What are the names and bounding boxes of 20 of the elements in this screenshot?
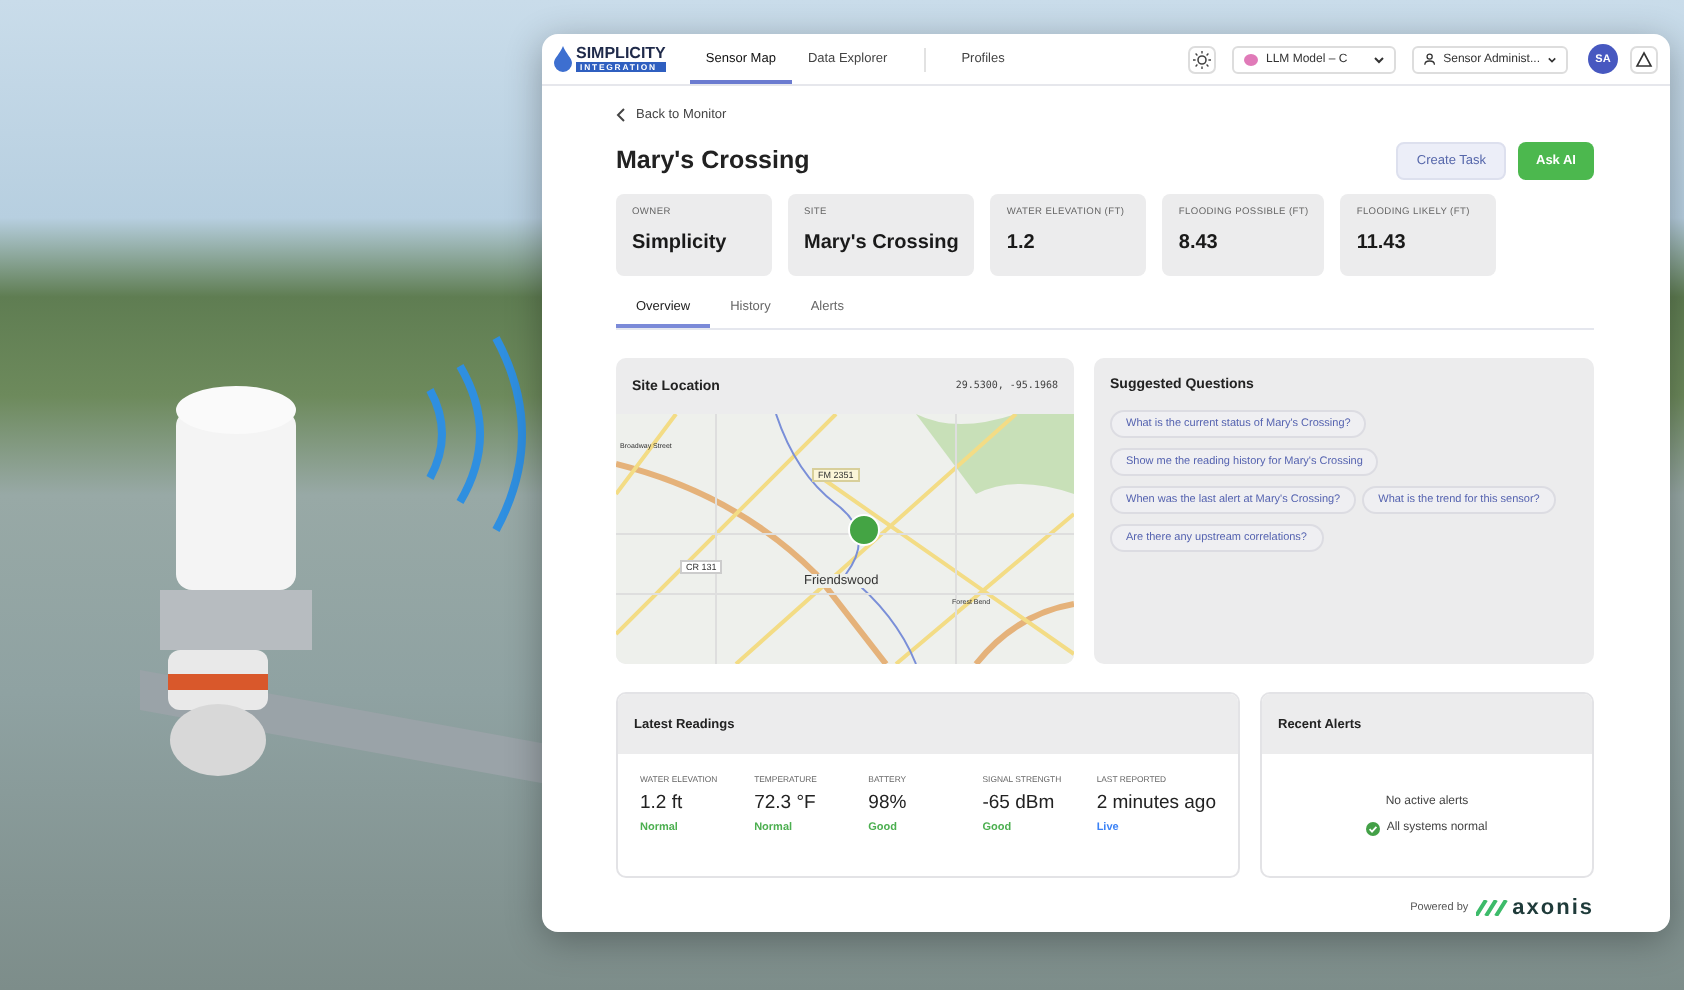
page-title: Mary's Crossing (616, 146, 810, 174)
stat-value: 8.43 (1178, 232, 1220, 254)
reading-value: 98% (868, 792, 909, 814)
user-icon (1424, 52, 1436, 66)
reading-value: 2 minutes ago (1096, 792, 1216, 814)
chevron-left-icon (616, 107, 626, 121)
chevron-down-icon (1547, 55, 1556, 63)
reading-value: 1.2 ft (640, 792, 685, 814)
stat-value: 1.2 (1006, 232, 1037, 254)
chevron-down-icon (1374, 55, 1384, 63)
stat-value: Simplicity (632, 232, 729, 254)
reading-value: 72.3 °F (754, 792, 818, 814)
sun-icon[interactable] (1188, 45, 1216, 73)
stat-value: Mary's Crossing (804, 232, 959, 254)
check-circle-icon (1366, 821, 1381, 835)
reading-value: -65 dBm (982, 792, 1057, 814)
stat-value: 11.43 (1356, 232, 1408, 254)
location-marker[interactable] (848, 514, 880, 546)
brand-logo: axonis (1476, 896, 1594, 920)
warning-icon[interactable] (1630, 45, 1658, 73)
